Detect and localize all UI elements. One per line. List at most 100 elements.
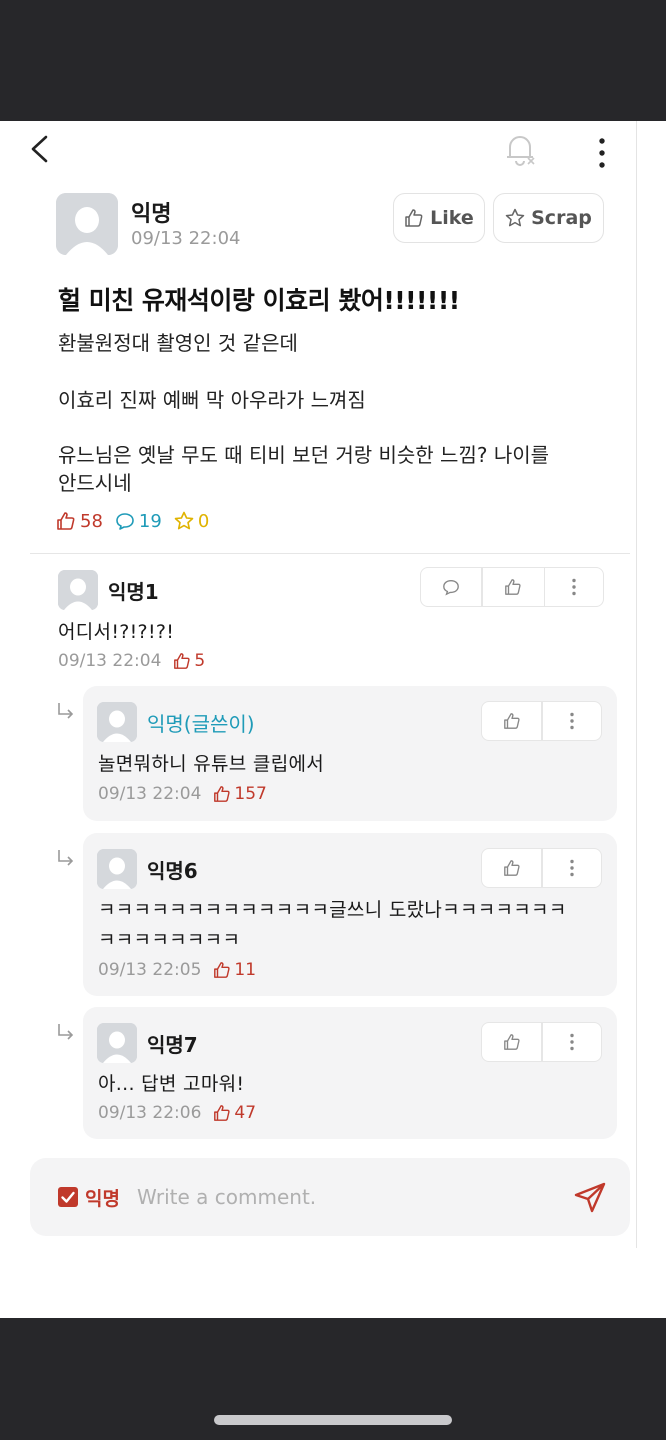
post-body-line: 안드시네 xyxy=(58,471,132,495)
comment-like-count: 5 xyxy=(173,651,205,671)
thumbs-up-icon xyxy=(214,786,231,802)
more-vertical-icon xyxy=(569,712,574,730)
reply-text: 놀면뭐하니 유튜브 클립에서 xyxy=(98,753,325,775)
comment-more-button[interactable] xyxy=(545,568,603,606)
person-placeholder-icon xyxy=(58,570,98,610)
thumbs-up-icon xyxy=(405,209,423,227)
post-screen: 익명 09/13 22:04 Like Scrap 헐 미친 유재석이랑 이효리… xyxy=(0,121,666,1318)
thumbs-up-icon xyxy=(503,860,520,876)
star-icon xyxy=(174,511,194,530)
reply-like-button[interactable] xyxy=(482,849,541,887)
thumbs-up-icon xyxy=(503,1034,520,1050)
post-body-line: 이효리 진짜 예뻐 막 아우라가 느껴짐 xyxy=(58,388,366,412)
reply-actions xyxy=(481,848,602,888)
reply-like-count: 157 xyxy=(213,784,267,804)
more-vertical-icon xyxy=(572,578,576,596)
more-vertical-icon xyxy=(599,138,605,168)
reply-actions xyxy=(481,701,602,741)
checkmark-icon xyxy=(61,1191,75,1203)
post-comment-count: 19 xyxy=(115,511,162,532)
bell-off-icon xyxy=(507,136,535,166)
author-name: 익명 xyxy=(131,202,172,227)
post-title: 헐 미친 유재석이랑 이효리 봤어!!!!!!! xyxy=(58,286,460,315)
reply-time: 09/13 22:05 xyxy=(98,960,202,980)
reply-arrow-icon xyxy=(58,703,74,719)
reply-text: ㅋㅋㅋㅋㅋㅋㅋㅋㅋㅋㅋㅋㅋ글쓰니 도랐나ㅋㅋㅋㅋㅋㅋㅋ xyxy=(98,899,567,921)
post-stats: 58 19 0 xyxy=(56,508,221,534)
reply-like-button[interactable] xyxy=(482,702,541,740)
like-button[interactable]: Like xyxy=(393,193,485,243)
comment-like-button[interactable] xyxy=(483,568,544,606)
more-vertical-icon xyxy=(569,859,574,877)
reply-meta: 09/13 22:05 11 xyxy=(98,960,256,980)
like-button-label: Like xyxy=(430,207,474,229)
scrap-button[interactable]: Scrap xyxy=(493,193,604,243)
comment-bubble-icon xyxy=(116,513,134,530)
anonymous-checkbox[interactable] xyxy=(58,1187,78,1207)
reply-avatar xyxy=(97,849,137,889)
comment-input[interactable] xyxy=(137,1178,537,1216)
reply-more-button[interactable] xyxy=(543,849,601,887)
reply-arrow-icon xyxy=(58,1024,74,1040)
post-body-line: 유느님은 옛날 무도 때 티비 보던 거랑 비슷한 느낌? 나이를 xyxy=(58,443,550,467)
comment-actions xyxy=(420,567,604,607)
more-vertical-icon xyxy=(569,1033,574,1051)
post-like-count: 58 xyxy=(56,511,103,532)
star-icon xyxy=(505,208,525,227)
thumbs-up-icon xyxy=(174,653,191,669)
reply-actions xyxy=(481,1022,602,1062)
reply-avatar xyxy=(97,1023,137,1063)
home-indicator[interactable] xyxy=(214,1415,452,1425)
author-avatar xyxy=(56,193,118,255)
reply-time: 09/13 22:06 xyxy=(98,1103,202,1123)
thumbs-up-icon xyxy=(214,962,231,978)
reply-time: 09/13 22:04 xyxy=(98,784,202,804)
scrap-button-label: Scrap xyxy=(531,207,592,229)
reply-button[interactable] xyxy=(421,568,481,606)
reply-author: 익명(글쓴이) xyxy=(147,712,255,736)
person-placeholder-icon xyxy=(97,1023,137,1063)
person-placeholder-icon xyxy=(97,702,137,742)
reply-meta: 09/13 22:06 47 xyxy=(98,1103,256,1123)
post-content-area: 익명 09/13 22:04 Like Scrap 헐 미친 유재석이랑 이효리… xyxy=(0,121,638,1248)
more-options-button[interactable] xyxy=(588,129,616,169)
reply-meta: 09/13 22:04 157 xyxy=(98,784,267,804)
comment-time: 09/13 22:04 xyxy=(58,651,162,671)
thumbs-up-icon xyxy=(57,512,75,530)
person-placeholder-icon xyxy=(97,849,137,889)
reply-card: 익명7 아... 답변 고마워! 09/13 22:06 47 xyxy=(83,1007,617,1139)
send-icon xyxy=(574,1182,606,1213)
reply-more-button[interactable] xyxy=(543,1023,601,1061)
thumbs-up-icon xyxy=(503,713,520,729)
reply-author: 익명7 xyxy=(147,1033,198,1057)
reply-text: 아... 답변 고마워! xyxy=(98,1073,245,1095)
reply-like-count: 11 xyxy=(213,960,256,980)
reply-text: ㅋㅋㅋㅋㅋㅋㅋㅋ xyxy=(98,929,241,951)
send-button[interactable] xyxy=(572,1180,608,1216)
comment-avatar xyxy=(58,570,98,610)
reply-arrow-icon xyxy=(58,850,74,866)
reply-card: 익명6 ㅋㅋㅋㅋㅋㅋㅋㅋㅋㅋㅋㅋㅋ글쓰니 도랐나ㅋㅋㅋㅋㅋㅋㅋ ㅋㅋㅋㅋㅋㅋㅋㅋ… xyxy=(83,833,617,996)
comment-composer: 익명 xyxy=(30,1158,630,1236)
post-body-line: 환불원정대 촬영인 것 같은데 xyxy=(58,331,298,355)
reply-like-button[interactable] xyxy=(482,1023,541,1061)
comment-meta: 09/13 22:04 5 xyxy=(58,651,205,671)
notification-toggle-button[interactable] xyxy=(500,127,540,171)
reply-author: 익명6 xyxy=(147,859,198,883)
comment-text: 어디서!?!?!?! xyxy=(58,621,175,643)
reply-card: 익명(글쓴이) 놀면뭐하니 유튜브 클립에서 09/13 22:04 157 xyxy=(83,686,617,821)
comment-bubble-icon xyxy=(443,580,459,596)
post-divider xyxy=(30,553,630,554)
reply-more-button[interactable] xyxy=(543,702,601,740)
panel-edge xyxy=(636,121,637,1248)
thumbs-up-icon xyxy=(214,1105,231,1121)
person-placeholder-icon xyxy=(56,193,118,255)
reply-like-count: 47 xyxy=(213,1103,256,1123)
top-screen-bezel xyxy=(0,0,666,121)
thumbs-up-icon xyxy=(505,579,521,595)
back-button[interactable] xyxy=(26,129,56,169)
comment-author: 익명1 xyxy=(108,580,159,604)
anonymous-label: 익명 xyxy=(85,1188,120,1210)
chevron-left-icon xyxy=(31,135,48,163)
post-timestamp: 09/13 22:04 xyxy=(131,228,241,249)
